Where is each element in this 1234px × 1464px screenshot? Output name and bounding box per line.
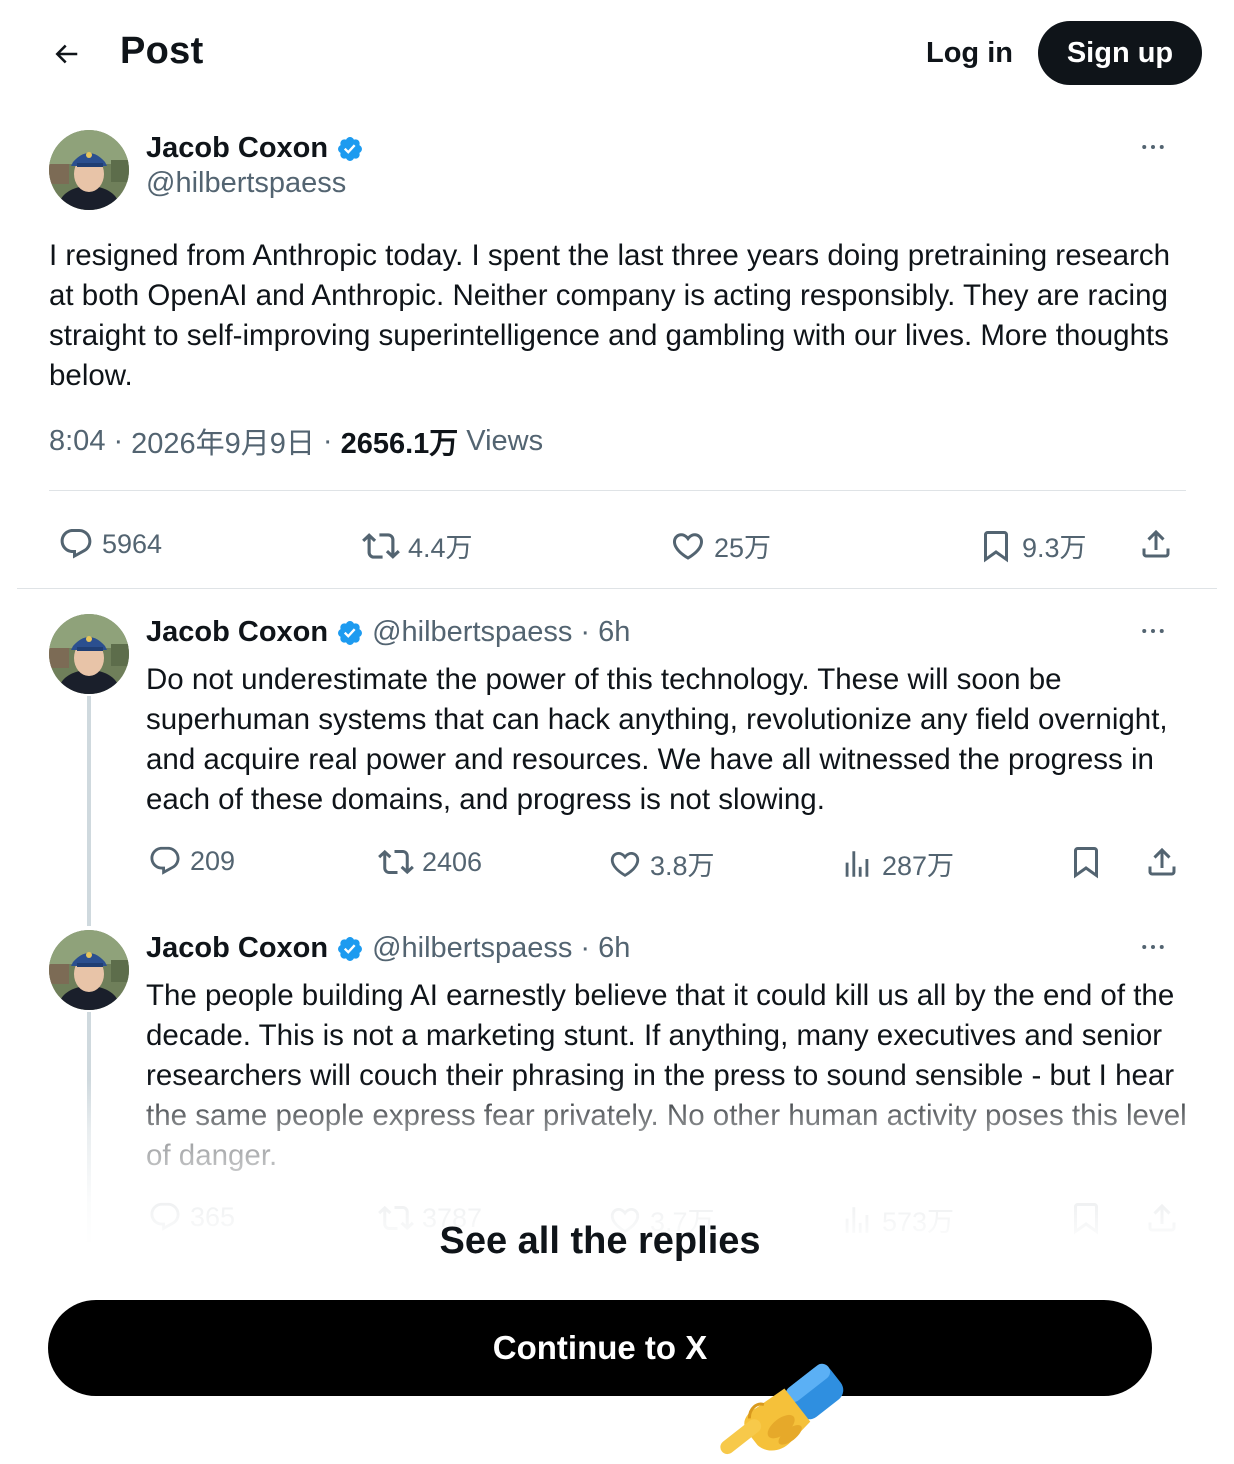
author-handle[interactable]: @hilbertspaess	[372, 616, 572, 649]
bookmark-icon	[984, 530, 1008, 562]
like-count: 3.8万	[650, 851, 715, 881]
like-count: 25万	[714, 533, 772, 563]
repost-icon	[362, 532, 400, 559]
bookmark-count: 9.3万	[1022, 533, 1087, 563]
reply-bubble-icon	[60, 529, 92, 559]
share-button[interactable]	[1138, 526, 1174, 562]
like-button[interactable]: 3.8万	[608, 844, 715, 883]
reply-author-row: Jacob Coxon @hilbertspaess · 6h	[146, 616, 630, 649]
post-meta: 8:04 · 2026年9月9日 · 2656.1万 Views	[49, 420, 543, 462]
reply-button[interactable]: 209	[148, 844, 235, 878]
post-time[interactable]: 8:04	[49, 425, 105, 458]
verified-badge-icon	[336, 935, 364, 963]
repost-count: 4.4万	[408, 533, 473, 563]
author-handle[interactable]: @hilbertspaess	[372, 932, 572, 965]
more-options-button[interactable]	[1131, 616, 1175, 646]
avatar[interactable]	[49, 614, 129, 694]
bookmark-button[interactable]: 9.3万	[978, 526, 1087, 565]
heart-icon	[610, 851, 640, 877]
verified-badge-icon	[336, 619, 364, 647]
avatar[interactable]	[49, 930, 129, 1010]
avatar[interactable]	[49, 130, 129, 210]
more-horizontal-icon	[1142, 629, 1164, 633]
divider	[17, 588, 1217, 589]
reply-author-row: Jacob Coxon @hilbertspaess · 6h	[146, 932, 630, 965]
heart-icon	[672, 532, 704, 560]
repost-button[interactable]: 4.4万	[362, 526, 473, 565]
login-button[interactable]: Log in	[912, 30, 1027, 76]
reply-text: The people building AI earnestly believe…	[146, 979, 1187, 1172]
share-upload-icon	[1148, 847, 1176, 876]
reply-button[interactable]: 5964	[58, 526, 162, 562]
views-count: 2656.1万	[340, 428, 459, 460]
author-handle[interactable]: @hilbertspaess	[146, 167, 364, 200]
signup-button[interactable]: Sign up	[1038, 21, 1202, 85]
bar-chart-icon	[845, 850, 869, 877]
author-name[interactable]: Jacob Coxon	[146, 132, 328, 165]
views-count: 287万	[882, 851, 955, 881]
post-date[interactable]: 2026年9月9日	[131, 420, 315, 462]
reply-time[interactable]: 6h	[598, 932, 630, 965]
continue-to-x-button[interactable]: Continue to X	[48, 1300, 1152, 1396]
post-text: I resigned from Anthropic today. I spent…	[49, 239, 1171, 392]
share-upload-icon	[1142, 529, 1170, 558]
reply-time[interactable]: 6h	[598, 616, 630, 649]
see-all-replies-heading: See all the replies	[439, 1220, 761, 1262]
meta-separator: ·	[580, 932, 591, 964]
author-name[interactable]: Jacob Coxon	[146, 932, 328, 965]
thread-connector	[87, 696, 91, 926]
bookmark-icon	[1074, 847, 1098, 879]
views-button[interactable]: 287万	[840, 844, 954, 883]
reply-bubble-icon	[150, 846, 180, 875]
more-options-button[interactable]	[1131, 932, 1175, 962]
more-horizontal-icon	[1142, 945, 1164, 949]
reply-count: 209	[190, 845, 236, 876]
bookmark-button[interactable]	[1068, 844, 1104, 880]
arrow-left-icon	[55, 44, 78, 64]
repost-icon	[378, 849, 414, 875]
reply-text: Do not underestimate the power of this t…	[146, 663, 1168, 816]
repost-count: 2406	[422, 846, 483, 877]
more-horizontal-icon	[1142, 145, 1164, 149]
avatar-image	[49, 930, 129, 1010]
page-title: Post	[120, 30, 204, 72]
divider	[49, 490, 1186, 491]
author-name[interactable]: Jacob Coxon	[146, 616, 328, 649]
reply-count: 5964	[102, 528, 163, 559]
avatar-image	[49, 614, 129, 694]
top-bar: Post Log in Sign up	[0, 0, 1234, 106]
more-options-button[interactable]	[1131, 132, 1175, 162]
back-button[interactable]	[44, 32, 88, 76]
avatar-image	[49, 130, 129, 210]
meta-separator: ·	[322, 424, 333, 457]
repost-button[interactable]: 2406	[378, 844, 482, 880]
meta-separator: ·	[580, 616, 591, 648]
views-label: Views	[466, 424, 544, 457]
thread-connector	[87, 1012, 91, 1242]
meta-separator: ·	[113, 424, 124, 457]
verified-badge-icon	[336, 135, 364, 163]
share-button[interactable]	[1144, 844, 1180, 880]
post-author: Jacob Coxon @hilbertspaess	[146, 132, 364, 200]
like-button[interactable]: 25万	[670, 526, 771, 565]
